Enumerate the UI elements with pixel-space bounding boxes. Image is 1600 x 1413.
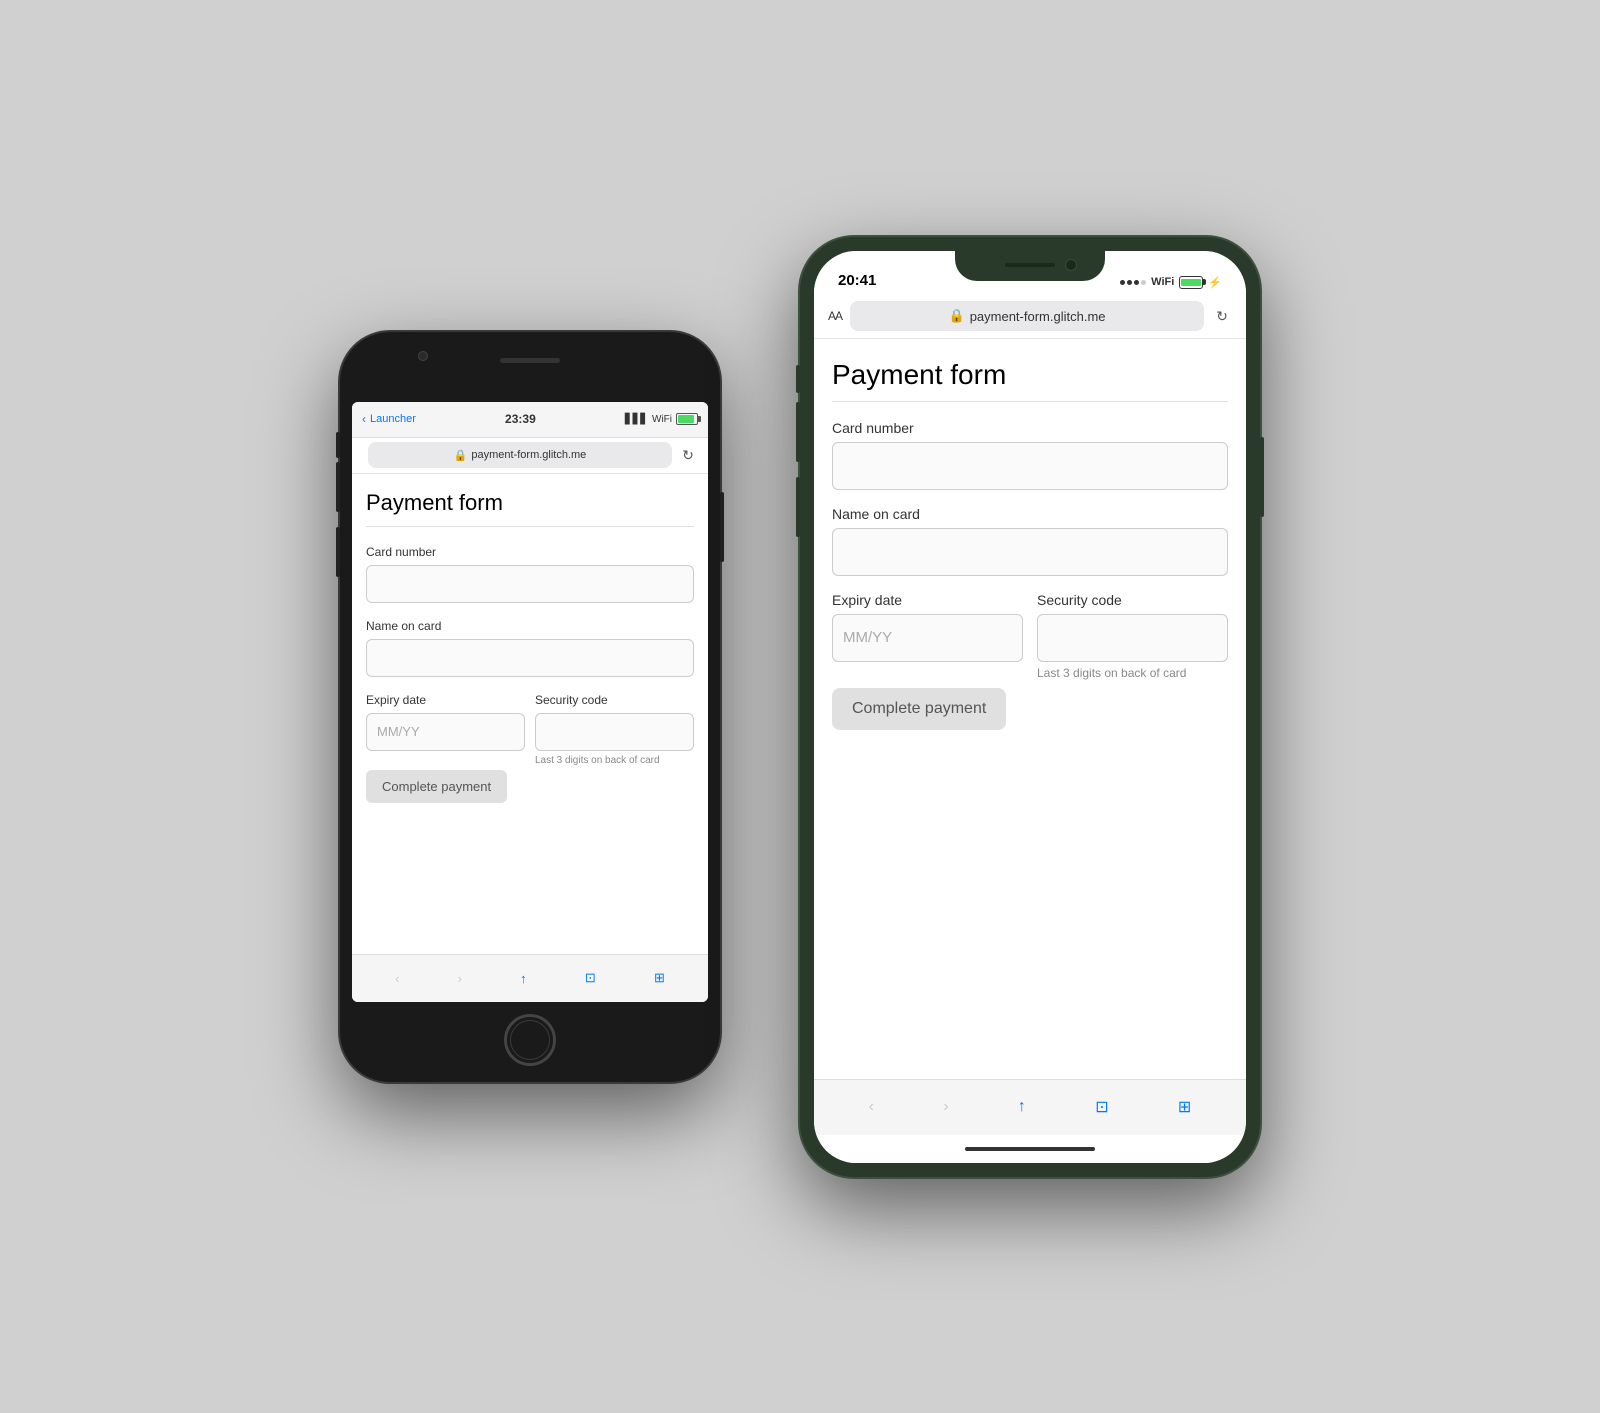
aa-button[interactable]: AA (828, 309, 842, 323)
url-text: payment-form.glitch.me (471, 449, 586, 461)
expiry-placeholder: MM/YY (843, 629, 892, 646)
notch (955, 251, 1105, 281)
status-icons: WiFi ⚡ (1120, 276, 1222, 289)
share-button[interactable]: ↑ (520, 971, 527, 986)
volume-down-button[interactable] (336, 527, 340, 577)
iphone-7: ‹ Launcher 23:39 ▋▋▋ WiFi 🔒 payment-form… (340, 332, 720, 1082)
url-bar[interactable]: AA 🔒 payment-form.glitch.me ↻ (814, 295, 1246, 339)
security-input[interactable] (535, 713, 694, 751)
mute-button[interactable] (336, 432, 340, 458)
speaker-icon (1005, 263, 1055, 267)
status-right: ▋▋▋ WiFi (625, 413, 698, 425)
title-divider (832, 401, 1228, 402)
tabs-button[interactable]: ⊞ (654, 970, 665, 986)
expiry-label: Expiry date (832, 592, 1023, 608)
lock-icon: 🔒 (454, 449, 468, 462)
front-camera-icon (1065, 259, 1077, 271)
expiry-label: Expiry date (366, 693, 525, 707)
expiry-security-row: Expiry date MM/YY Security code Last 3 d… (832, 592, 1228, 680)
status-left: ‹ Launcher (362, 412, 416, 426)
expiry-input[interactable]: MM/YY (366, 713, 525, 751)
url-text: payment-form.glitch.me (970, 309, 1106, 324)
page-content: Payment form Card number Name on card Ex… (352, 474, 708, 954)
signal-icon: ▋▋▋ (625, 414, 648, 425)
page-title: Payment form (366, 490, 694, 516)
status-bar: ‹ Launcher 23:39 ▋▋▋ WiFi (352, 402, 708, 438)
card-number-group: Card number (832, 420, 1228, 490)
card-number-input[interactable] (366, 565, 694, 603)
volume-up-button[interactable] (336, 462, 340, 512)
forward-button[interactable]: › (943, 1098, 948, 1116)
name-group: Name on card (366, 619, 694, 677)
submit-button[interactable]: Complete payment (832, 688, 1006, 730)
name-group: Name on card (832, 506, 1228, 576)
home-indicator (814, 1135, 1246, 1163)
volume-down-button[interactable] (796, 477, 800, 537)
submit-button[interactable]: Complete payment (366, 770, 507, 803)
signal-icon (1120, 280, 1146, 285)
name-label: Name on card (366, 619, 694, 633)
speaker (500, 358, 560, 363)
refresh-button[interactable]: ↻ (678, 445, 698, 465)
expiry-security-row: Expiry date MM/YY Security code Last 3 d… (366, 693, 694, 766)
security-hint: Last 3 digits on back of card (1037, 666, 1228, 680)
iphone-11: 20:41 WiFi ⚡ AA 🔒 payment-form.gl (800, 237, 1260, 1177)
battery-icon (676, 413, 698, 425)
power-button[interactable] (1260, 437, 1264, 517)
back-button[interactable]: ‹ (395, 971, 399, 986)
wifi-icon: WiFi (1151, 276, 1174, 288)
mute-button[interactable] (796, 365, 800, 393)
phone-11-screen: 20:41 WiFi ⚡ AA 🔒 payment-form.gl (814, 251, 1246, 1163)
status-time: 20:41 (838, 272, 876, 289)
expiry-input[interactable]: MM/YY (832, 614, 1023, 662)
battery-icon (1179, 276, 1203, 289)
browser-nav-bar: ‹ › ↑ ⊡ ⊞ (814, 1079, 1246, 1135)
forward-button[interactable]: › (458, 971, 462, 986)
tabs-button[interactable]: ⊞ (1178, 1097, 1191, 1117)
charging-icon: ⚡ (1208, 276, 1222, 289)
refresh-button[interactable]: ↻ (1212, 306, 1232, 326)
security-label: Security code (535, 693, 694, 707)
wifi-icon: WiFi (652, 414, 672, 425)
security-label: Security code (1037, 592, 1228, 608)
share-button[interactable]: ↑ (1018, 1098, 1026, 1116)
page-content: Payment form Card number Name on card Ex… (814, 339, 1246, 1079)
address-bar[interactable]: 🔒 payment-form.glitch.me (850, 301, 1204, 331)
title-divider (366, 526, 694, 527)
volume-up-button[interactable] (796, 402, 800, 462)
front-camera-icon (418, 351, 428, 361)
expiry-group: Expiry date MM/YY (366, 693, 525, 766)
bookmarks-button[interactable]: ⊡ (585, 970, 596, 986)
page-title: Payment form (832, 359, 1228, 391)
status-time: 23:39 (505, 412, 536, 426)
url-bar[interactable]: 🔒 payment-form.glitch.me ↻ (352, 438, 708, 474)
security-group: Security code Last 3 digits on back of c… (1037, 592, 1228, 680)
name-input[interactable] (832, 528, 1228, 576)
address-bar[interactable]: 🔒 payment-form.glitch.me (368, 442, 672, 468)
name-label: Name on card (832, 506, 1228, 522)
back-button[interactable]: ‹ (869, 1098, 874, 1116)
lock-icon: 🔒 (949, 308, 965, 324)
launcher-label: Launcher (370, 413, 416, 425)
card-number-group: Card number (366, 545, 694, 603)
phone-7-screen: ‹ Launcher 23:39 ▋▋▋ WiFi 🔒 payment-form… (352, 402, 708, 1002)
card-number-input[interactable] (832, 442, 1228, 490)
security-group: Security code Last 3 digits on back of c… (535, 693, 694, 766)
power-button[interactable] (720, 492, 724, 562)
card-number-label: Card number (366, 545, 694, 559)
expiry-group: Expiry date MM/YY (832, 592, 1023, 680)
security-input[interactable] (1037, 614, 1228, 662)
bookmarks-button[interactable]: ⊡ (1095, 1097, 1108, 1117)
name-input[interactable] (366, 639, 694, 677)
chevron-left-icon: ‹ (362, 412, 366, 426)
browser-nav-bar: ‹ › ↑ ⊡ ⊞ (352, 954, 708, 1002)
home-button[interactable] (504, 1014, 556, 1066)
security-hint: Last 3 digits on back of card (535, 755, 694, 766)
card-number-label: Card number (832, 420, 1228, 436)
expiry-placeholder: MM/YY (377, 724, 420, 739)
